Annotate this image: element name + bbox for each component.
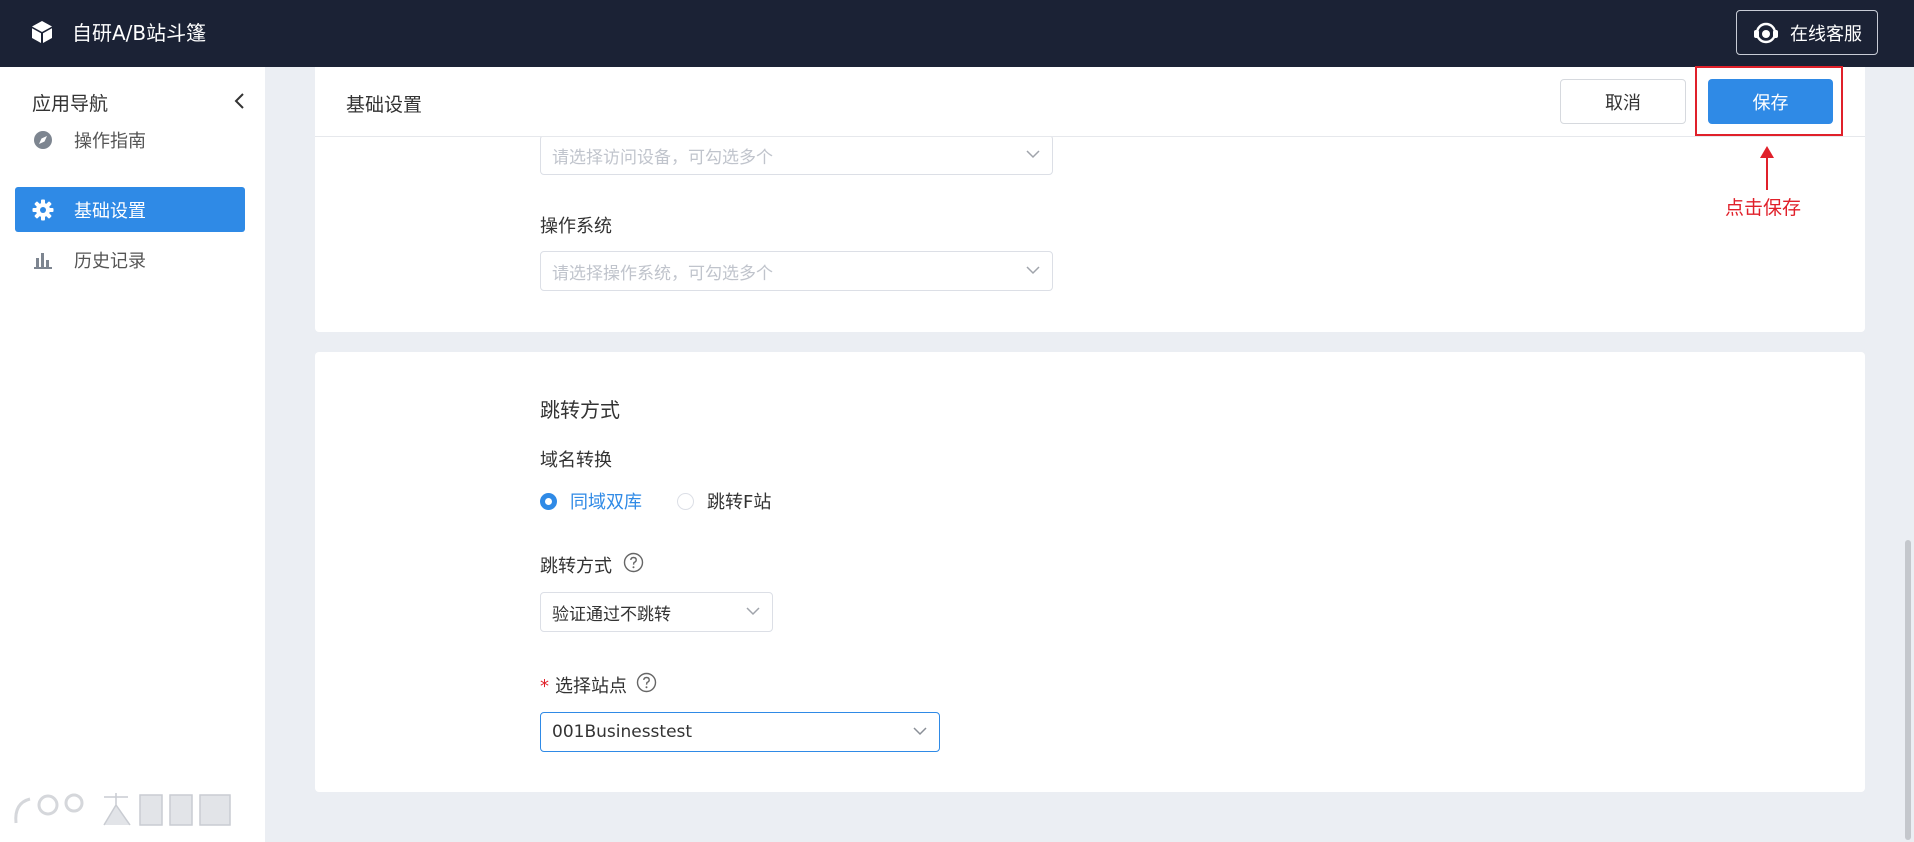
required-mark: * xyxy=(540,676,549,697)
chevron-down-icon xyxy=(746,607,760,616)
sidebar-item-label: 基础设置 xyxy=(74,200,146,222)
top-bar: 自研A/B站斗篷 在线客服 xyxy=(0,0,1914,67)
online-support-label: 在线客服 xyxy=(1790,23,1862,45)
radio-label: 跳转F站 xyxy=(707,492,772,513)
headset-icon xyxy=(1754,22,1778,43)
radio-circle xyxy=(677,492,694,510)
cancel-button[interactable]: 取消 xyxy=(1560,79,1686,124)
select-site-label-text: 选择站点 xyxy=(555,676,627,697)
arrow-up-icon xyxy=(1760,146,1774,190)
radio-same-domain[interactable]: 同域双库 xyxy=(540,488,642,514)
save-highlight-box xyxy=(1695,66,1843,136)
online-support-button[interactable]: 在线客服 xyxy=(1736,10,1878,55)
page-title: 基础设置 xyxy=(346,94,423,116)
redirect-mode-label: 跳转方式 xyxy=(540,556,612,577)
chevron-left-icon[interactable] xyxy=(230,89,250,113)
redirect-section-title: 跳转方式 xyxy=(540,398,620,422)
cube-logo-icon xyxy=(32,21,52,43)
select-site-label: * 选择站点 xyxy=(540,672,627,698)
radio-circle xyxy=(540,492,557,510)
redirect-settings-card: 跳转方式 域名转换 同域双库 跳转F站 跳转方式 验证通过不跳转 * 选择站点 0… xyxy=(315,352,1865,792)
radio-label: 同域双库 xyxy=(570,492,642,513)
chevron-down-icon xyxy=(1026,150,1040,159)
scrollbar[interactable] xyxy=(1905,540,1911,840)
domain-conversion-label: 域名转换 xyxy=(540,450,612,471)
sidebar-item-basic-settings[interactable]: 基础设置 xyxy=(15,187,245,232)
brand-watermark-logo xyxy=(14,793,231,826)
sidebar-title: 应用导航 xyxy=(32,93,109,115)
help-icon[interactable] xyxy=(623,552,644,573)
compass-icon xyxy=(32,129,54,151)
radio-jump-f-site[interactable]: 跳转F站 xyxy=(677,488,771,514)
sidebar-item-history[interactable]: 历史记录 xyxy=(15,237,245,282)
page-header: 基础设置 取消 保存 xyxy=(315,67,1865,137)
os-label: 操作系统 xyxy=(540,216,612,237)
device-select-placeholder: 请选择访问设备，可勾选多个 xyxy=(552,147,773,168)
redirect-mode-value: 验证通过不跳转 xyxy=(552,604,671,625)
chevron-down-icon xyxy=(1026,266,1040,275)
sidebar-item-label: 操作指南 xyxy=(74,130,146,152)
sidebar-item-label: 历史记录 xyxy=(74,250,146,272)
annotation-click-save: 点击保存 xyxy=(1725,197,1802,219)
gear-icon xyxy=(32,199,54,221)
app-title: 自研A/B站斗篷 xyxy=(72,21,207,45)
device-select[interactable]: 请选择访问设备，可勾选多个 xyxy=(540,135,1053,175)
help-icon[interactable] xyxy=(636,672,657,693)
sidebar-item-guide[interactable]: 操作指南 xyxy=(15,117,245,162)
redirect-mode-select[interactable]: 验证通过不跳转 xyxy=(540,592,773,632)
site-select[interactable]: 001Businesstest xyxy=(540,712,940,752)
sidebar: 应用导航 操作指南 基础设置 历史记录 xyxy=(0,67,265,842)
os-select-placeholder: 请选择操作系统，可勾选多个 xyxy=(552,263,773,284)
os-select[interactable]: 请选择操作系统，可勾选多个 xyxy=(540,251,1053,291)
site-select-value: 001Businesstest xyxy=(552,722,693,742)
chevron-down-icon xyxy=(913,727,927,736)
bar-chart-icon xyxy=(32,249,54,271)
